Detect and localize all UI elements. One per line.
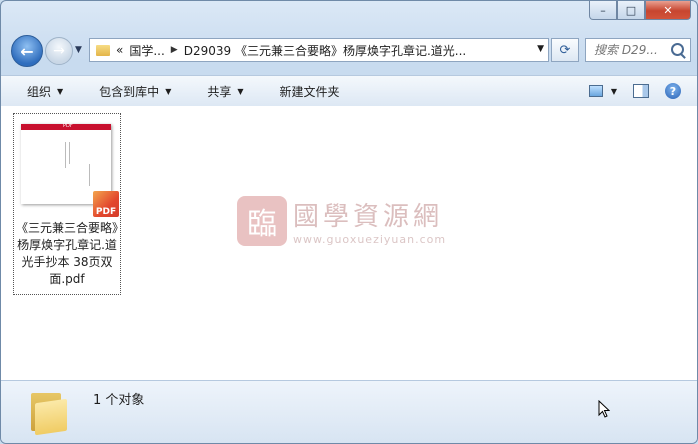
- minimize-button[interactable]: –: [589, 1, 617, 20]
- watermark-text: 國學資源網 www.guoxueziyuan.com: [293, 196, 446, 246]
- organize-button[interactable]: 组织 ▼: [17, 79, 73, 103]
- details-pane: 1 个对象: [1, 380, 697, 443]
- thumbnail-text-line: [89, 164, 90, 186]
- watermark: 臨 國學資源網 www.guoxueziyuan.com: [237, 196, 446, 246]
- folder-icon: [29, 389, 69, 436]
- chevron-down-icon: ▼: [610, 86, 617, 96]
- thumbnail-text-line: [65, 142, 66, 168]
- chevron-down-icon: ▼: [165, 86, 172, 96]
- preview-pane-icon: [633, 84, 649, 98]
- new-folder-label: 新建文件夹: [279, 84, 340, 99]
- thumbnail-header-text: PDF: [63, 123, 73, 129]
- caption-buttons: – □ ✕: [589, 1, 691, 20]
- file-list-area[interactable]: PDF PDF 《三元兼三合要略》杨厚焕字孔章记.道光手抄本 38页双面.pdf…: [1, 106, 697, 380]
- address-bar[interactable]: « 国学... ▶ D29039 《三元兼三合要略》杨厚焕字孔章记.道光... …: [89, 38, 549, 62]
- share-label: 共享: [207, 84, 232, 99]
- search-icon[interactable]: [671, 43, 684, 56]
- new-folder-button[interactable]: 新建文件夹: [270, 79, 350, 103]
- include-in-library-button[interactable]: 包含到库中 ▼: [89, 79, 181, 103]
- forward-arrow-icon: →: [53, 43, 65, 59]
- chevron-right-icon[interactable]: ▶: [171, 45, 178, 55]
- folder-icon: [96, 44, 110, 56]
- organize-label: 组织: [27, 84, 52, 99]
- view-icon: [589, 85, 603, 97]
- include-library-label: 包含到库中: [99, 84, 160, 99]
- explorer-window: – □ ✕ ← → ▼ « 国学... ▶ D29039 《三元兼三合要略》杨厚…: [0, 0, 698, 444]
- address-dropdown-icon[interactable]: ▼: [537, 44, 544, 54]
- navigation-bar: ← → ▼ « 国学... ▶ D29039 《三元兼三合要略》杨厚焕字孔章记.…: [9, 35, 691, 67]
- forward-button[interactable]: →: [45, 37, 73, 65]
- help-button[interactable]: ?: [659, 79, 687, 103]
- chevron-down-icon: ▼: [237, 86, 244, 96]
- mouse-cursor-icon: [598, 400, 610, 418]
- maximize-button[interactable]: □: [617, 1, 645, 20]
- thumbnail-text-line: [69, 142, 70, 164]
- item-count: 1 个对象: [93, 393, 145, 408]
- refresh-button[interactable]: ⟳: [551, 38, 579, 62]
- pdf-file-icon: PDF: [93, 191, 119, 217]
- recent-pages-dropdown[interactable]: ▼: [75, 45, 82, 55]
- breadcrumb-overflow[interactable]: «: [116, 43, 123, 57]
- chevron-down-icon: ▼: [57, 86, 64, 96]
- back-button[interactable]: ←: [11, 35, 43, 67]
- watermark-logo-icon: 臨: [237, 196, 287, 246]
- refresh-icon: ⟳: [559, 42, 571, 58]
- command-bar: 组织 ▼ 包含到库中 ▼ 共享 ▼ 新建文件夹 ▼ ?: [1, 75, 697, 107]
- file-item[interactable]: PDF PDF 《三元兼三合要略》杨厚焕字孔章记.道光手抄本 38页双面.pdf: [13, 113, 121, 295]
- breadcrumb-item-current[interactable]: D29039 《三元兼三合要略》杨厚焕字孔章记.道光...: [184, 42, 467, 59]
- watermark-title: 國學資源網: [293, 202, 444, 232]
- share-button[interactable]: 共享 ▼: [197, 79, 253, 103]
- file-name: 《三元兼三合要略》杨厚焕字孔章记.道光手抄本 38页双面.pdf: [15, 221, 118, 286]
- search-input[interactable]: [592, 42, 672, 58]
- search-box[interactable]: [585, 38, 691, 62]
- toolbar-right: ▼ ?: [589, 79, 687, 103]
- back-arrow-icon: ←: [20, 41, 34, 61]
- help-icon: ?: [665, 83, 681, 99]
- change-view-button[interactable]: ▼: [589, 79, 617, 103]
- preview-pane-button[interactable]: [627, 79, 655, 103]
- watermark-url: www.guoxueziyuan.com: [293, 233, 447, 246]
- breadcrumb-item-root[interactable]: 国学...: [129, 42, 164, 59]
- close-button[interactable]: ✕: [645, 1, 691, 20]
